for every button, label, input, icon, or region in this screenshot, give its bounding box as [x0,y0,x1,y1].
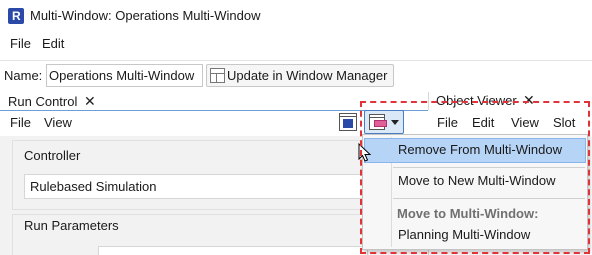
tab-run-control[interactable]: Run Control [8,94,77,109]
object-viewer-menu-view[interactable]: View [511,115,539,130]
run-control-menu-view[interactable]: View [44,115,72,130]
name-label: Name: [4,68,43,83]
move-window-dropdown-menu: Remove From Multi-Window Move to New Mul… [362,134,588,250]
name-input[interactable]: Operations Multi-Window [46,64,203,87]
object-viewer-menu-file[interactable]: File [437,115,458,130]
menubar-divider [0,60,592,61]
object-viewer-close-icon[interactable]: ✕ [523,92,535,109]
menu-item-label: Planning Multi-Window [398,227,531,242]
menu-item-planning-multi-window[interactable]: Planning Multi-Window [364,223,586,248]
controller-value: Rulebased Simulation [30,179,157,194]
update-in-window-manager-button[interactable]: Update in Window Manager [206,64,394,87]
object-viewer-menu-slot[interactable]: Slot [553,115,575,130]
menu-item-move-to-new-multi-window[interactable]: Move to New Multi-Window [364,169,586,194]
run-parameters-label: Run Parameters [24,218,119,233]
menu-separator [393,198,585,199]
menu-item-label: Move to New Multi-Window [398,173,556,188]
run-parameters-field[interactable] [98,246,368,255]
run-control-close-icon[interactable]: ✕ [84,93,96,110]
menu-section-header: Move to Multi-Window: [397,206,539,221]
menu-file[interactable]: File [10,36,31,51]
tab-object-viewer[interactable]: Object Viewer [436,93,517,108]
riverware-app-icon: R [8,8,24,24]
move-arrow-icon [374,120,387,127]
window-title: Multi-Window: Operations Multi-Window [30,8,261,23]
update-button-label: Update in Window Manager [227,68,388,83]
main-menubar: File Edit [0,32,592,56]
mouse-pointer-icon [358,143,372,162]
chevron-down-icon [391,120,399,125]
multi-window-icon[interactable] [339,113,357,131]
controller-label: Controller [24,148,81,163]
menu-item-remove-from-multi-window[interactable]: Remove From Multi-Window [364,138,586,163]
run-control-menu-file[interactable]: File [10,115,31,130]
object-viewer-menu-edit[interactable]: Edit [472,115,494,130]
menu-edit[interactable]: Edit [42,36,64,51]
menu-item-label: Remove From Multi-Window [398,142,562,157]
move-window-dropdown-button[interactable] [364,110,404,134]
window-manager-icon [210,68,225,83]
menu-separator [393,167,585,168]
